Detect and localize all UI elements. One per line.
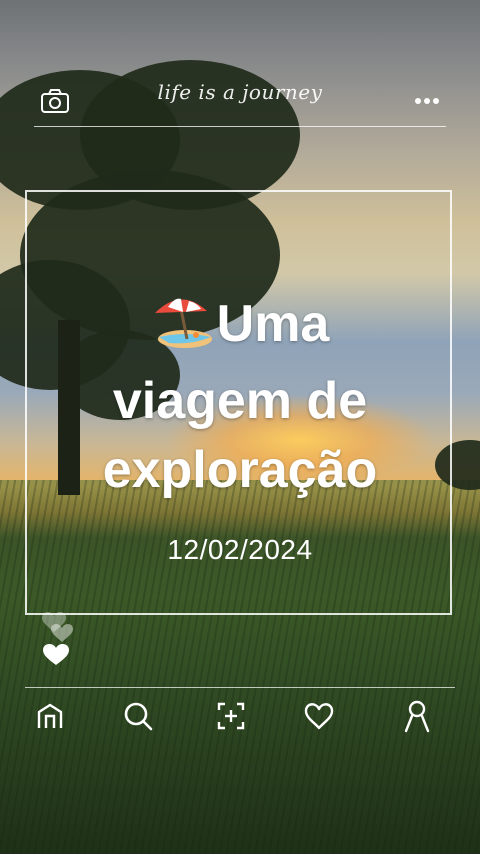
heart-icon [304, 703, 334, 730]
floating-hearts[interactable] [38, 610, 82, 670]
home-icon [37, 703, 63, 728]
camera-button[interactable] [38, 86, 72, 116]
nav-search-button[interactable] [120, 698, 156, 734]
header-divider [34, 126, 446, 127]
add-photo-icon [217, 702, 245, 730]
card-date: 12/02/2024 [167, 534, 313, 565]
card-title-text: Uma viagem de exploração [102, 295, 378, 499]
brand-title: life is a journey [157, 80, 323, 104]
profile-icon [404, 700, 430, 733]
camera-icon [41, 89, 69, 113]
search-icon [124, 702, 153, 731]
nav-add-button[interactable] [213, 698, 249, 734]
nav-home-button[interactable] [32, 698, 68, 734]
bottom-nav-divider [25, 687, 455, 688]
more-dots-icon [415, 98, 439, 104]
nav-likes-button[interactable] [301, 698, 337, 734]
beach-umbrella-icon [151, 293, 213, 367]
card-title: Uma viagem de exploração [60, 290, 420, 505]
nav-profile-button[interactable] [399, 698, 435, 734]
more-options-button[interactable] [412, 88, 442, 114]
heart-icon [42, 612, 73, 665]
